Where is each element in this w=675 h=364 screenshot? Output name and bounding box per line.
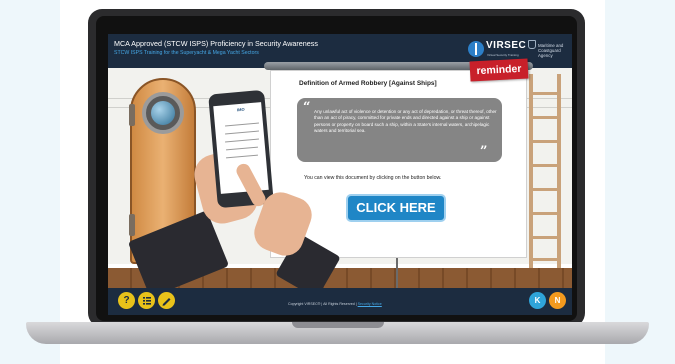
mca-crest-icon [528,40,536,49]
ladder-rung [531,212,559,215]
background-shape [605,0,675,364]
course-subtitle: STCW ISPS Training for the Superyacht & … [114,50,259,56]
ladder-rung [531,164,559,167]
copyright-label: Copyright VIRSEC® | All Rights Reserved … [288,302,357,306]
ladder-rung [531,188,559,191]
background-shape [0,0,60,364]
ladder-rung [531,92,559,95]
copyright-text: Copyright VIRSEC® | All Rights Reserved … [288,302,382,306]
definition-quote: Any unlawful act of violence or detentio… [314,109,497,133]
porthole-window [142,92,184,134]
ladder-rung [531,258,559,261]
ladder-rung [531,116,559,119]
laptop-notch [292,322,384,328]
course-title: MCA Approved (STCW ISPS) Proficiency in … [114,39,318,48]
previous-icon[interactable]: K [529,292,546,309]
next-icon[interactable]: N [549,292,566,309]
door-hinge [129,214,135,236]
door-hinge [129,104,135,126]
phone-document-header: IMO [236,106,245,113]
screen-stand [396,258,398,288]
ladder-rung [531,236,559,239]
security-notice-link[interactable]: Security Notice [358,302,382,306]
open-quote-icon: “ [303,100,311,115]
ladder-rung [531,140,559,143]
menu-list-icon[interactable] [138,292,155,309]
menu-list-glyph [143,297,151,305]
pencil-icon[interactable] [158,292,175,309]
click-here-button[interactable]: CLICK HERE [346,194,446,222]
help-icon[interactable]: ? [118,292,135,309]
pencil-glyph [162,298,171,306]
virsec-logo-text: VIRSEC [486,40,527,51]
mca-logo-text: Maritime and Coastguard Agency [538,43,564,58]
instruction-text: You can view this document by clicking o… [304,175,442,181]
reminder-badge: reminder [469,58,529,82]
definition-heading: Definition of Armed Robbery [Against Shi… [299,80,437,87]
virsec-logo-icon [468,41,484,57]
close-quote-icon: ” [480,144,488,159]
course-screen: MCA Approved (STCW ISPS) Proficiency in … [108,34,572,315]
virsec-tagline: Virtual Security Training [487,53,519,57]
